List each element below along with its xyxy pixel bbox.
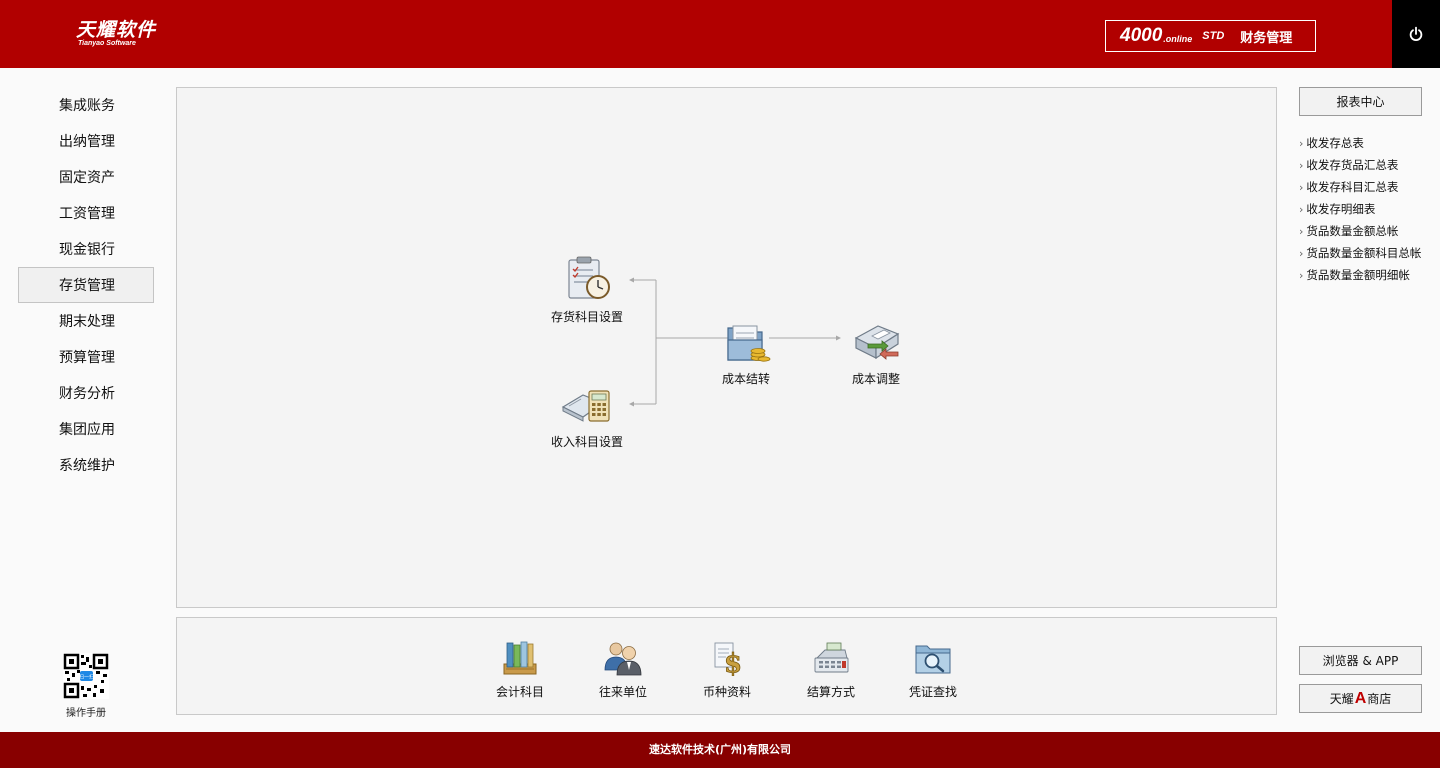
workflow-panel: 存货科目设置 收入科目设置 成本结转 成本调整 (176, 87, 1277, 608)
nav-item-financial-analysis[interactable]: 财务分析 (18, 375, 154, 411)
tool-label-settlement-method: 结算方式 (806, 685, 855, 699)
binders-icon (503, 641, 537, 675)
logo-cn-text: 天耀软件 (76, 19, 157, 41)
report-link[interactable]: › 货品数量金额总帐 (1299, 220, 1440, 242)
flow-node-income-account-setup[interactable]: 收入科目设置 (537, 381, 637, 450)
product-online: .online (1163, 34, 1193, 44)
product-badge: 4000 .online STD 财务管理 (1105, 20, 1316, 52)
nav-item-payroll[interactable]: 工资管理 (18, 195, 154, 231)
store-suffix: 商店 (1367, 692, 1392, 706)
nav-item-budget[interactable]: 预算管理 (18, 339, 154, 375)
tool-accounting-subjects[interactable]: 会计科目 (480, 640, 560, 700)
report-link[interactable]: › 收发存货品汇总表 (1299, 154, 1440, 176)
qr-code-icon: 扫一扫 (63, 653, 109, 699)
power-button[interactable] (1392, 0, 1440, 68)
logo-en-text: Tianyao Software (78, 40, 136, 47)
users-icon (604, 642, 642, 676)
report-link-label: 收发存科目汇总表 (1306, 180, 1399, 194)
chevron-right-icon: › (1299, 203, 1304, 216)
manual-qr-code[interactable]: 扫一扫 (62, 653, 110, 704)
tool-business-partners[interactable]: 往来单位 (583, 640, 663, 700)
flow-label-income-account-setup: 收入科目设置 (550, 435, 623, 449)
power-icon (1409, 26, 1423, 41)
report-link[interactable]: › 货品数量金额科目总帐 (1299, 242, 1440, 264)
product-name: 财务管理 (1240, 30, 1293, 46)
nav-item-group-apps[interactable]: 集团应用 (18, 411, 154, 447)
tool-settlement-method[interactable]: 结算方式 (791, 640, 871, 700)
report-link-label: 收发存明细表 (1306, 202, 1376, 216)
folder-search-icon (915, 645, 951, 674)
flow-label-cost-adjustment: 成本调整 (851, 372, 900, 386)
chevron-right-icon: › (1299, 269, 1304, 282)
left-nav: 集成账务 出纳管理 固定资产 工资管理 现金银行 存货管理 期末处理 预算管理 … (18, 87, 154, 483)
chevron-right-icon: › (1299, 159, 1304, 172)
app-store-button[interactable]: 天耀 A 商店 (1299, 684, 1422, 713)
browser-app-button[interactable]: 浏览器 & APP (1299, 646, 1422, 675)
flow-label-cost-carry-forward: 成本结转 (721, 372, 770, 386)
svg-text:扫一扫: 扫一扫 (79, 674, 94, 681)
tool-currency-info[interactable]: $ 币种资料 (687, 640, 767, 700)
tool-label-currency-info: 币种资料 (702, 685, 751, 699)
nav-item-inventory[interactable]: 存货管理 (18, 267, 154, 303)
report-link-label: 货品数量金额明细帐 (1306, 268, 1410, 282)
cash-register-icon (814, 642, 849, 673)
folder-exchange-icon (854, 325, 900, 360)
tool-label-accounting-subjects: 会计科目 (495, 685, 544, 699)
footer-company: 速达软件技术(广州)有限公司 (648, 743, 792, 756)
common-tools-panel: 会计科目 往来单位 $ 币种资料 结算方式 凭证查找 (176, 617, 1277, 715)
app-header: 天耀软件 Tianyao Software 4000 .online STD 财… (0, 0, 1440, 68)
nav-item-cashier[interactable]: 出纳管理 (18, 123, 154, 159)
flow-node-cost-adjustment[interactable]: 成本调整 (826, 318, 926, 387)
tool-voucher-search[interactable]: 凭证查找 (893, 640, 973, 700)
report-link-label: 收发存货品汇总表 (1306, 158, 1399, 172)
chevron-right-icon: › (1299, 181, 1304, 194)
report-link[interactable]: › 货品数量金额明细帐 (1299, 264, 1440, 286)
nav-item-period-end[interactable]: 期末处理 (18, 303, 154, 339)
calculator-book-icon (561, 390, 610, 422)
report-link-label: 货品数量金额科目总帐 (1306, 246, 1422, 260)
nav-item-cash-bank[interactable]: 现金银行 (18, 231, 154, 267)
nav-item-fixed-assets[interactable]: 固定资产 (18, 159, 154, 195)
chevron-right-icon: › (1299, 225, 1304, 238)
chevron-right-icon: › (1299, 137, 1304, 150)
dollar-document-icon: $ (714, 642, 742, 679)
chevron-right-icon: › (1299, 247, 1304, 260)
nav-item-system-maintenance[interactable]: 系统维护 (18, 447, 154, 483)
svg-text:$: $ (724, 649, 742, 676)
product-edition: STD (1202, 30, 1225, 42)
report-link[interactable]: › 收发存科目汇总表 (1299, 176, 1440, 198)
product-number: 4000 (1120, 25, 1163, 46)
flow-label-inventory-account-setup: 存货科目设置 (550, 310, 623, 324)
store-prefix: 天耀 (1329, 692, 1354, 706)
report-center-button[interactable]: 报表中心 (1299, 87, 1422, 116)
company-logo: 天耀软件 Tianyao Software (76, 20, 156, 48)
report-link-label: 货品数量金额总帐 (1306, 224, 1399, 238)
flow-node-inventory-account-setup[interactable]: 存货科目设置 (537, 256, 637, 325)
store-a-logo: A (1354, 689, 1367, 707)
manual-label[interactable]: 操作手册 (56, 704, 116, 719)
folder-coins-icon (727, 325, 771, 362)
report-link-label: 收发存总表 (1306, 136, 1364, 150)
report-link[interactable]: › 收发存明细表 (1299, 198, 1440, 220)
nav-item-integrated-accounts[interactable]: 集成账务 (18, 87, 154, 123)
clipboard-clock-icon (568, 256, 610, 299)
footer: 速达软件技术(广州)有限公司 (0, 732, 1440, 768)
flow-node-cost-carry-forward[interactable]: 成本结转 (696, 318, 796, 387)
report-link[interactable]: › 收发存总表 (1299, 132, 1440, 154)
tool-label-voucher-search: 凭证查找 (908, 685, 957, 699)
tool-label-business-partners: 往来单位 (598, 685, 647, 699)
report-list: › 收发存总表 › 收发存货品汇总表 › 收发存科目汇总表 › 收发存明细表 › 货品数量… (1299, 132, 1440, 286)
